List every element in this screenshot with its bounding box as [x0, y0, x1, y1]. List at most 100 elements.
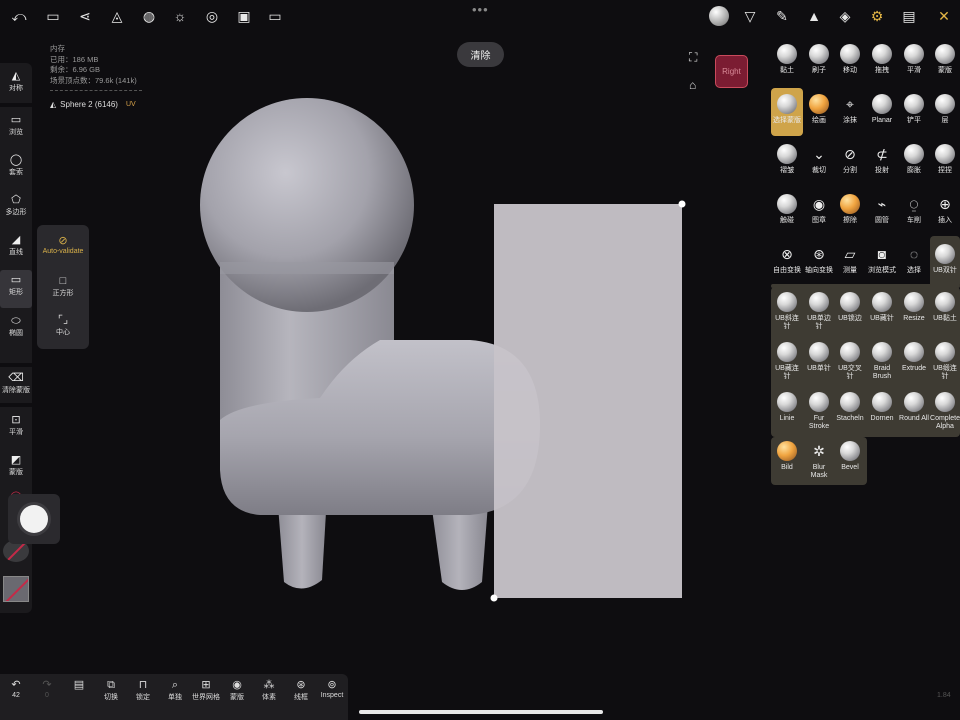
- brush-36[interactable]: UB黏土: [930, 288, 960, 336]
- redo-button[interactable]: ↷ 0: [31, 678, 63, 699]
- brush-38[interactable]: UB单针: [804, 338, 834, 386]
- selection-handle-bottom-left[interactable]: [490, 594, 498, 602]
- auto-validate-toggle[interactable]: ⊘ Auto-validate: [37, 234, 89, 255]
- lock-button[interactable]: ⊓ 锁定: [127, 678, 159, 702]
- brush-23[interactable]: ⍜ 车削: [899, 190, 929, 238]
- selection-handle-top-right[interactable]: [678, 200, 686, 208]
- home-indicator[interactable]: [359, 710, 603, 714]
- tool-mask[interactable]: ◩ 蒙版: [0, 453, 32, 477]
- back-icon[interactable]: ⤺: [10, 7, 28, 25]
- view-cube[interactable]: Right: [715, 55, 748, 88]
- tools-icon[interactable]: ✕: [935, 7, 953, 25]
- share-icon[interactable]: ⋖: [76, 7, 94, 25]
- tool-rectangle[interactable]: ▭ 矩形: [0, 270, 32, 308]
- image-icon[interactable]: ▣: [235, 7, 253, 25]
- wireframe-button[interactable]: ⊛ 线框: [285, 678, 317, 702]
- brush-7[interactable]: 选择蒙版: [772, 90, 802, 138]
- brush-8[interactable]: 绘画: [804, 90, 834, 138]
- brush-4[interactable]: 拖拽: [867, 40, 897, 88]
- brush-30[interactable]: UB双针: [930, 240, 960, 288]
- brush-27[interactable]: ▱ 测量: [835, 240, 865, 288]
- brush-21[interactable]: 擦除: [835, 190, 865, 238]
- brush-44[interactable]: Fur Stroke: [804, 388, 834, 436]
- tool-ellipse[interactable]: ⬭ 椭圆: [0, 314, 32, 338]
- brush-11[interactable]: 铲平: [899, 90, 929, 138]
- fit-view-icon[interactable]: ⛶: [689, 50, 697, 65]
- brush-6[interactable]: 蒙版: [930, 40, 960, 88]
- brush-26[interactable]: ⊛ 轴向变换: [804, 240, 834, 288]
- brush-1[interactable]: 黏土: [772, 40, 802, 88]
- brush-3[interactable]: 移动: [835, 40, 865, 88]
- brush-46[interactable]: Dornen: [867, 388, 897, 436]
- square-toggle[interactable]: □ 正方形: [37, 274, 89, 298]
- brush-14[interactable]: ⌄ 裁切: [804, 140, 834, 188]
- tool-polygon[interactable]: ⬠ 多边形: [0, 193, 32, 217]
- brush-49[interactable]: Bild: [772, 437, 802, 485]
- brush-40[interactable]: Braid Brush: [867, 338, 897, 386]
- undo-button[interactable]: ↶ 42: [0, 678, 32, 699]
- world-grid-button[interactable]: ⊞ 世界网格: [190, 678, 222, 702]
- brush-5[interactable]: 平滑: [899, 40, 929, 88]
- brush-20[interactable]: ◉ 图章: [804, 190, 834, 238]
- brush-25[interactable]: ⊗ 自由变换: [772, 240, 802, 288]
- brush-43[interactable]: Linie: [772, 388, 802, 436]
- brush-17[interactable]: 膨胀: [899, 140, 929, 188]
- keyboard-icon[interactable]: ▤: [900, 7, 918, 25]
- brush-32[interactable]: UB单边针: [804, 288, 834, 336]
- topology-icon[interactable]: ▲: [805, 7, 823, 25]
- color-swatch-primary[interactable]: [3, 576, 29, 602]
- brush-18[interactable]: 捏捏: [930, 140, 960, 188]
- matcap-icon[interactable]: [709, 6, 729, 26]
- brush-50[interactable]: ✲ Blur Mask: [804, 437, 834, 485]
- filter-icon[interactable]: ▽: [741, 7, 759, 25]
- brush-51[interactable]: Bevel: [835, 437, 865, 485]
- brush-37[interactable]: UB藏连针: [772, 338, 802, 386]
- brush-42[interactable]: UB缎连针: [930, 338, 960, 386]
- gear-icon[interactable]: ⚙: [868, 7, 886, 25]
- brush-41[interactable]: Extrude: [899, 338, 929, 386]
- inspect-button[interactable]: ⊚ Inspect: [316, 678, 348, 699]
- tool-line[interactable]: ◢ 直线: [0, 233, 32, 257]
- brush-34[interactable]: UB藏针: [867, 288, 897, 336]
- light-icon[interactable]: ☼: [171, 7, 189, 25]
- brush-45[interactable]: Stacheln: [835, 388, 865, 436]
- sphere-settings-icon[interactable]: ◍: [140, 7, 158, 25]
- mask-selection-rect[interactable]: [494, 204, 682, 598]
- tool-browse[interactable]: ▭ 浏览: [0, 113, 32, 137]
- brush-10[interactable]: Planar: [867, 90, 897, 138]
- switch-button[interactable]: ⧉ 切换: [95, 678, 127, 702]
- material-icon[interactable]: ◎: [203, 7, 221, 25]
- mask-view-button[interactable]: ◉ 蒙版: [221, 678, 253, 702]
- brush-28[interactable]: ◙ 浏览模式: [867, 240, 897, 288]
- clear-button[interactable]: 清除: [457, 42, 504, 67]
- tool-symmetry[interactable]: ◭ 对称: [0, 69, 32, 93]
- center-toggle[interactable]: ⌜⌟ 中心: [37, 313, 89, 337]
- brush-12[interactable]: 层: [930, 90, 960, 138]
- tool-lasso[interactable]: ◯ 套索: [0, 153, 32, 177]
- brush-48[interactable]: Complete Alpha: [930, 388, 960, 436]
- brush-39[interactable]: UB交叉针: [835, 338, 865, 386]
- brush-16[interactable]: ⊄ 投射: [867, 140, 897, 188]
- active-layer[interactable]: ◭ Sphere 2 (6146) UV: [50, 100, 136, 109]
- brush-29[interactable]: ◌ 选择: [899, 240, 929, 288]
- home-icon[interactable]: ⌂: [689, 78, 696, 92]
- scene-icon[interactable]: ◬: [108, 7, 126, 25]
- brush-13[interactable]: 褶皱: [772, 140, 802, 188]
- brush-size-control[interactable]: [8, 494, 60, 544]
- brush-19[interactable]: 触碰: [772, 190, 802, 238]
- brush-24[interactable]: ⊕ 插入: [930, 190, 960, 238]
- brush-2[interactable]: 刷子: [804, 40, 834, 88]
- video-icon[interactable]: ▭: [266, 7, 284, 25]
- brush-35[interactable]: Resize: [899, 288, 929, 336]
- layers-button[interactable]: ▤: [63, 678, 95, 692]
- tool-smooth[interactable]: ⊡ 平滑: [0, 413, 32, 437]
- voxel-button[interactable]: ⁂ 体素: [253, 678, 285, 702]
- pen-icon[interactable]: ✎: [773, 7, 791, 25]
- brush-47[interactable]: Round All: [899, 388, 929, 436]
- brush-33[interactable]: UB锁边: [835, 288, 865, 336]
- tool-clear-mask[interactable]: ⌫ 清除蒙版: [0, 371, 32, 395]
- brush-31[interactable]: UB斜连针: [772, 288, 802, 336]
- layers-stack-icon[interactable]: ◈: [836, 7, 854, 25]
- brush-9[interactable]: ⌖ 涂抹: [835, 90, 865, 138]
- folder-icon[interactable]: ▭: [44, 7, 62, 25]
